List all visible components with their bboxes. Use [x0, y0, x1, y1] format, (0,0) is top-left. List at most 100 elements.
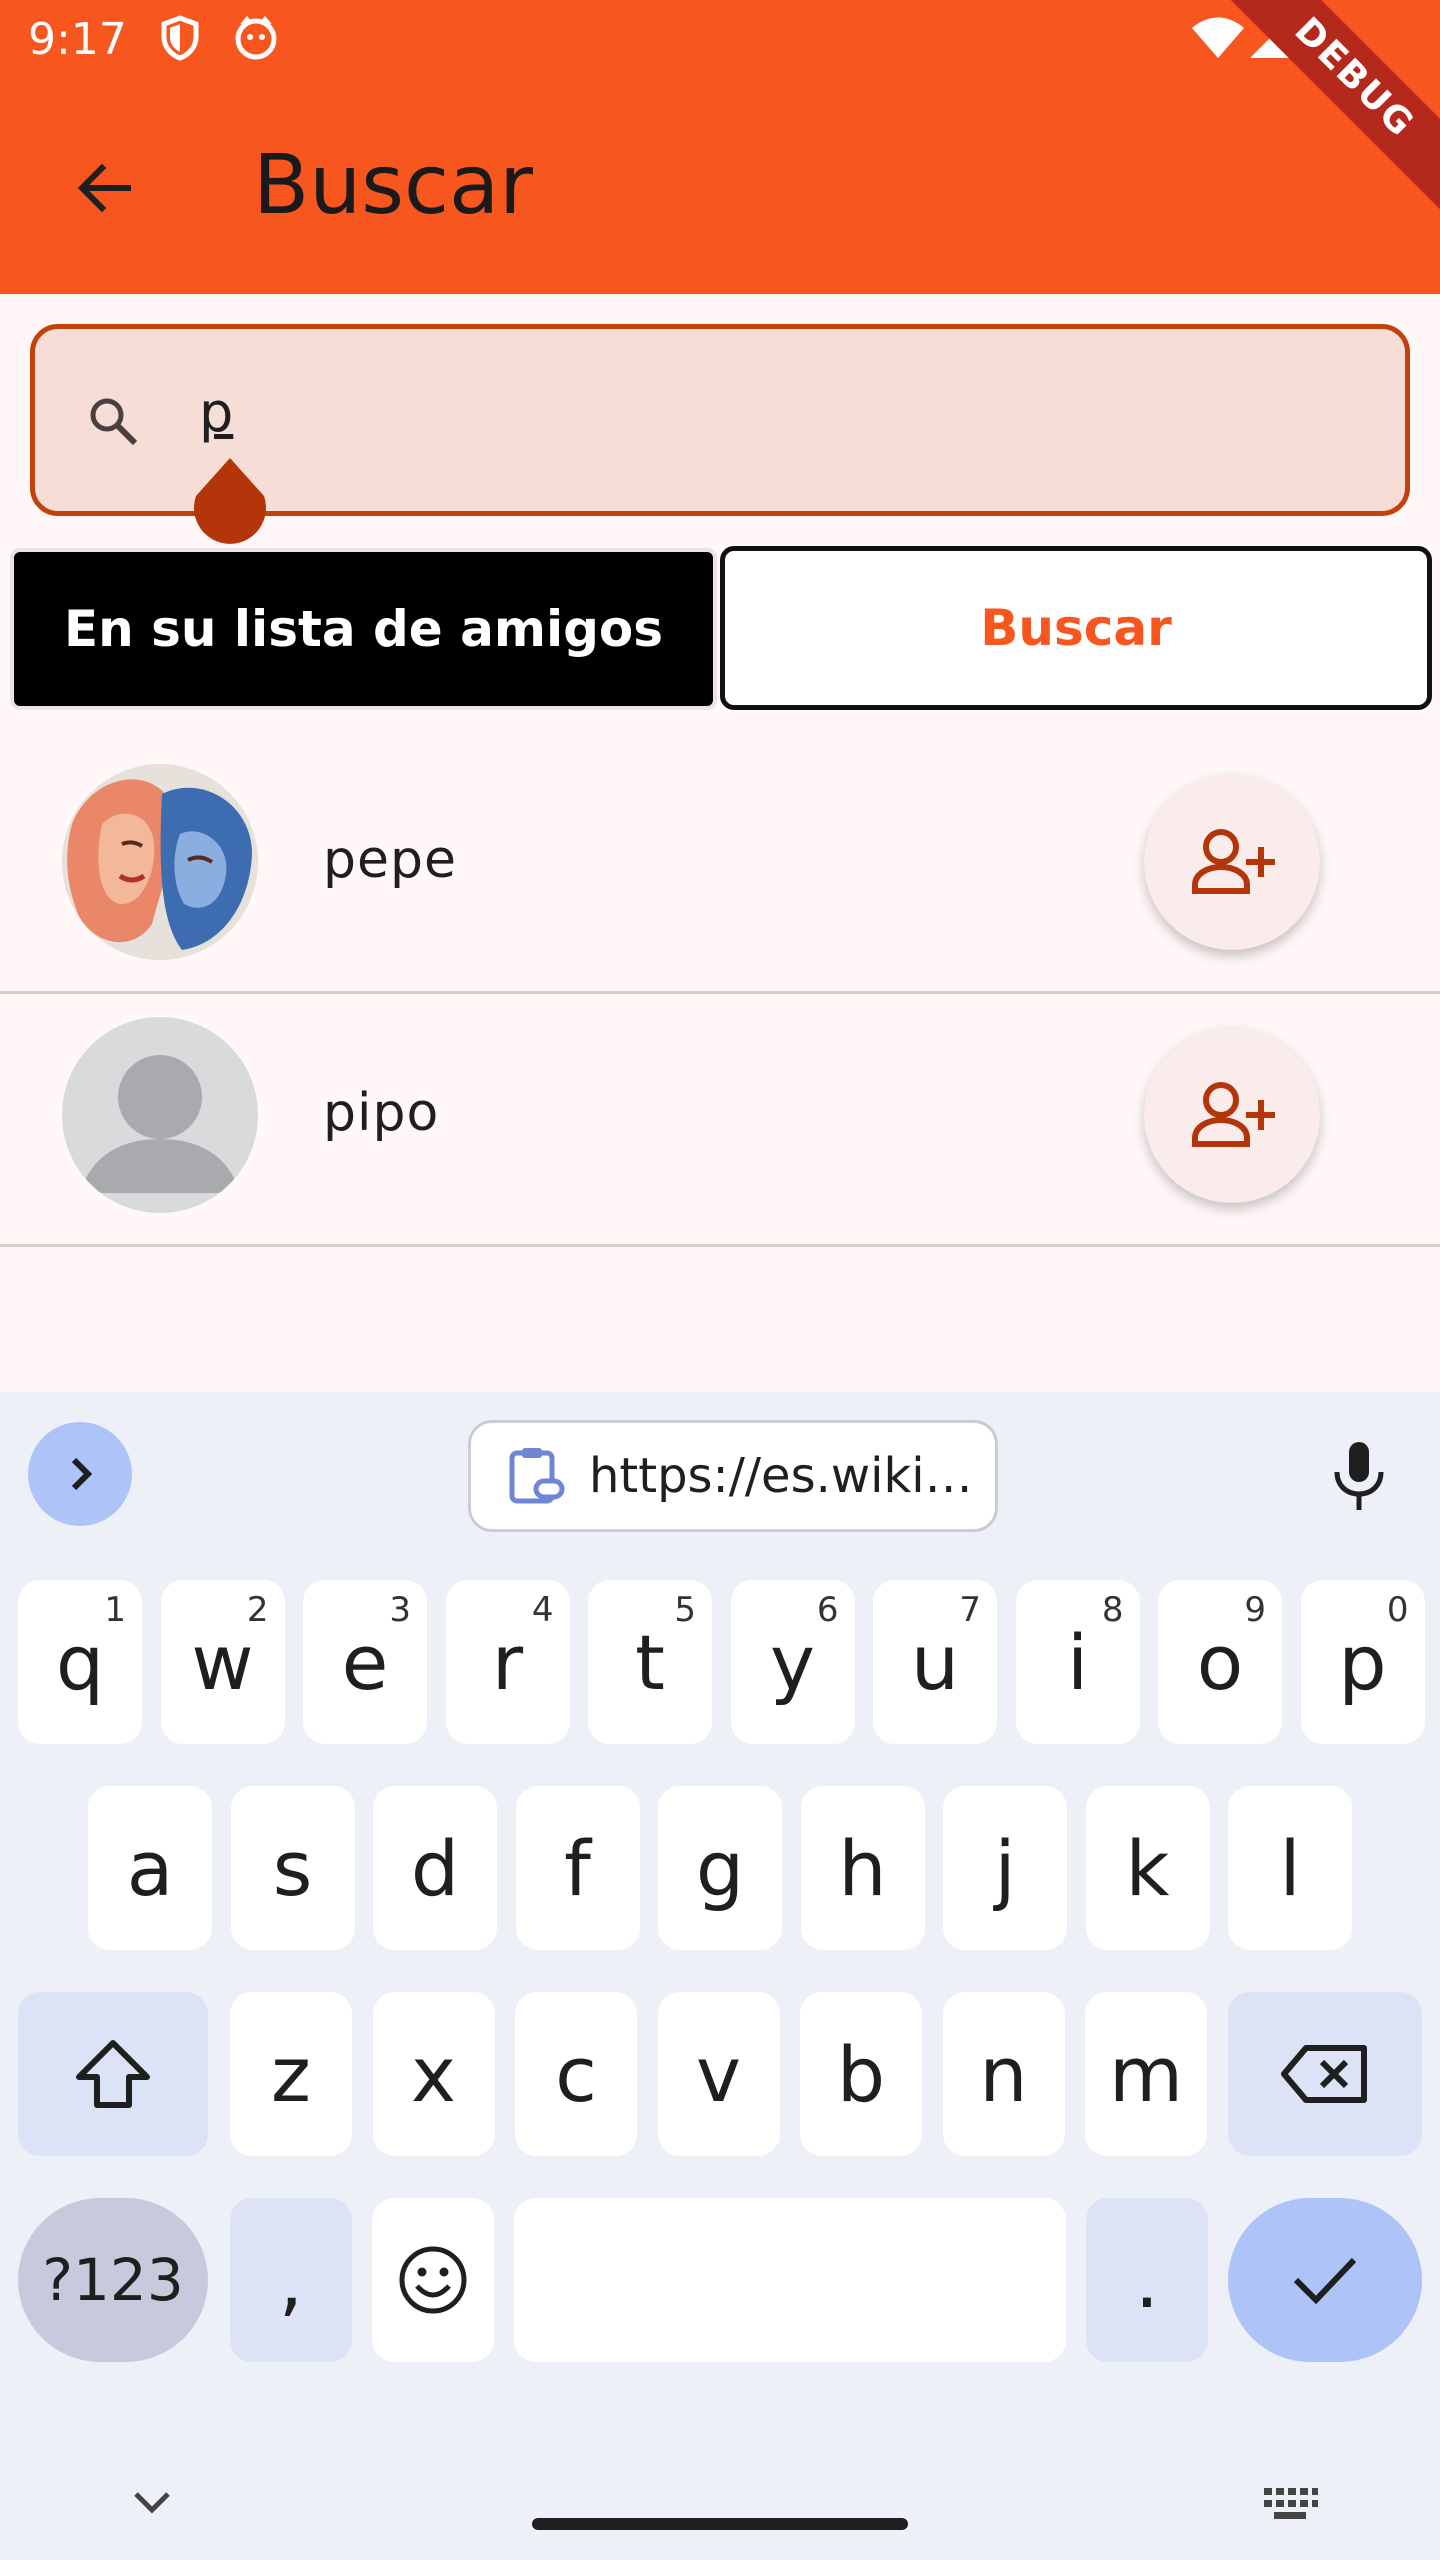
key-hint: 7 — [959, 1590, 981, 1630]
key-label: v — [696, 2029, 741, 2119]
comma-key[interactable]: , — [230, 2198, 352, 2362]
key-label: r — [491, 1617, 524, 1707]
avatar — [62, 1017, 258, 1213]
key-label: w — [191, 1617, 254, 1707]
key-m[interactable]: m — [1085, 1992, 1207, 2156]
wifi-icon — [1188, 14, 1248, 62]
key-label: o — [1196, 1617, 1244, 1707]
key-w[interactable]: w2 — [160, 1580, 285, 1744]
back-button[interactable] — [56, 140, 152, 236]
checkmark-icon — [1293, 2257, 1357, 2305]
key-p[interactable]: p0 — [1300, 1580, 1425, 1744]
key-hint: 0 — [1386, 1590, 1409, 1630]
key-c[interactable]: c — [515, 1992, 637, 2156]
key-label: u — [910, 1617, 960, 1707]
key-label: t — [635, 1617, 665, 1707]
key-hint: 2 — [246, 1590, 269, 1630]
key-label: x — [411, 2029, 456, 2119]
keyboard-toolbar-expand-button[interactable] — [28, 1422, 132, 1526]
key-label: g — [695, 1823, 745, 1913]
clipboard-link-icon — [501, 1441, 571, 1511]
status-time: 9:17 — [28, 14, 127, 65]
key-label: l — [1279, 1823, 1301, 1913]
clipboard-suggestion[interactable]: https://es.wiki… — [468, 1420, 998, 1532]
person-add-icon — [1192, 1082, 1275, 1147]
key-label: a — [126, 1823, 174, 1913]
key-hint: 4 — [531, 1590, 554, 1630]
emoji-icon — [399, 2246, 467, 2314]
backspace-icon — [1281, 2045, 1367, 2103]
key-label: f — [564, 1823, 591, 1913]
key-label: q — [55, 1617, 105, 1707]
key-f[interactable]: f — [515, 1786, 640, 1950]
list-item[interactable]: pipo — [0, 997, 1440, 1247]
shield-icon — [156, 14, 204, 62]
key-hint: 6 — [816, 1590, 839, 1630]
key-hint: 3 — [389, 1590, 411, 1630]
backspace-key[interactable] — [1228, 1992, 1422, 2156]
key-label: d — [410, 1823, 460, 1913]
key-u[interactable]: u7 — [873, 1580, 997, 1744]
app-notification-icon — [232, 14, 280, 62]
page-title: Buscar — [253, 138, 533, 233]
enter-key[interactable] — [1228, 2198, 1422, 2362]
key-t[interactable]: t5 — [588, 1580, 712, 1744]
user-name: pepe — [323, 830, 457, 890]
clipboard-text: https://es.wiki… — [589, 1448, 973, 1504]
shift-key[interactable] — [18, 1992, 208, 2156]
key-g[interactable]: g — [658, 1786, 782, 1950]
key-hint: 9 — [1244, 1590, 1266, 1630]
key-k[interactable]: k — [1085, 1786, 1210, 1950]
key-o[interactable]: o9 — [1158, 1580, 1282, 1744]
key-v[interactable]: v — [657, 1992, 780, 2156]
shift-icon — [76, 2040, 150, 2108]
key-label: m — [1108, 2029, 1184, 2119]
space-key[interactable] — [514, 2198, 1066, 2362]
chevron-right-icon — [71, 1457, 93, 1491]
key-h[interactable]: h — [800, 1786, 925, 1950]
key-z[interactable]: z — [230, 1992, 352, 2156]
key-s[interactable]: s — [230, 1786, 355, 1950]
key-d[interactable]: d — [373, 1786, 497, 1950]
key-hint: 1 — [104, 1590, 126, 1630]
list-item[interactable]: pepe — [0, 744, 1440, 994]
tab-search[interactable]: Buscar — [720, 546, 1432, 710]
key-q[interactable]: q1 — [18, 1580, 142, 1744]
key-label: e — [341, 1617, 389, 1707]
emoji-key[interactable] — [372, 2198, 494, 2362]
key-label: b — [836, 2029, 886, 2119]
key-label: s — [272, 1823, 313, 1913]
hide-keyboard-icon[interactable] — [122, 2472, 182, 2532]
key-label: j — [994, 1823, 1016, 1913]
key-i[interactable]: i8 — [1015, 1580, 1140, 1744]
key-hint: 8 — [1101, 1590, 1124, 1630]
key-label: k — [1125, 1823, 1170, 1913]
search-icon — [85, 393, 141, 449]
key-y[interactable]: y6 — [730, 1580, 855, 1744]
symbols-key[interactable]: ?123 — [18, 2198, 208, 2362]
key-x[interactable]: x — [372, 1992, 495, 2156]
search-value: p — [199, 381, 234, 444]
key-a[interactable]: a — [88, 1786, 212, 1950]
gesture-nav-handle[interactable] — [532, 2518, 908, 2530]
text-cursor-handle[interactable] — [190, 456, 270, 548]
period-key[interactable]: . — [1086, 2198, 1208, 2362]
key-j[interactable]: j — [943, 1786, 1067, 1950]
key-label: i — [1066, 1617, 1089, 1707]
key-b[interactable]: b — [800, 1992, 922, 2156]
key-n[interactable]: n — [942, 1992, 1065, 2156]
add-friend-button[interactable] — [1144, 774, 1320, 950]
key-label: p — [1338, 1617, 1387, 1707]
key-l[interactable]: l — [1228, 1786, 1352, 1950]
add-friend-button[interactable] — [1144, 1027, 1320, 1203]
key-label: c — [555, 2029, 597, 2119]
avatar — [62, 764, 258, 960]
key-r[interactable]: r4 — [445, 1580, 570, 1744]
user-name: pipo — [323, 1083, 440, 1143]
key-e[interactable]: e3 — [303, 1580, 427, 1744]
key-label: h — [838, 1823, 887, 1913]
keyboard-switch-icon[interactable] — [1260, 2472, 1320, 2532]
tab-friends-list[interactable]: En su lista de amigos — [10, 548, 717, 710]
app-bar: 9:17 DEBUG Buscar — [0, 0, 1440, 294]
voice-input-button[interactable] — [1314, 1428, 1404, 1524]
